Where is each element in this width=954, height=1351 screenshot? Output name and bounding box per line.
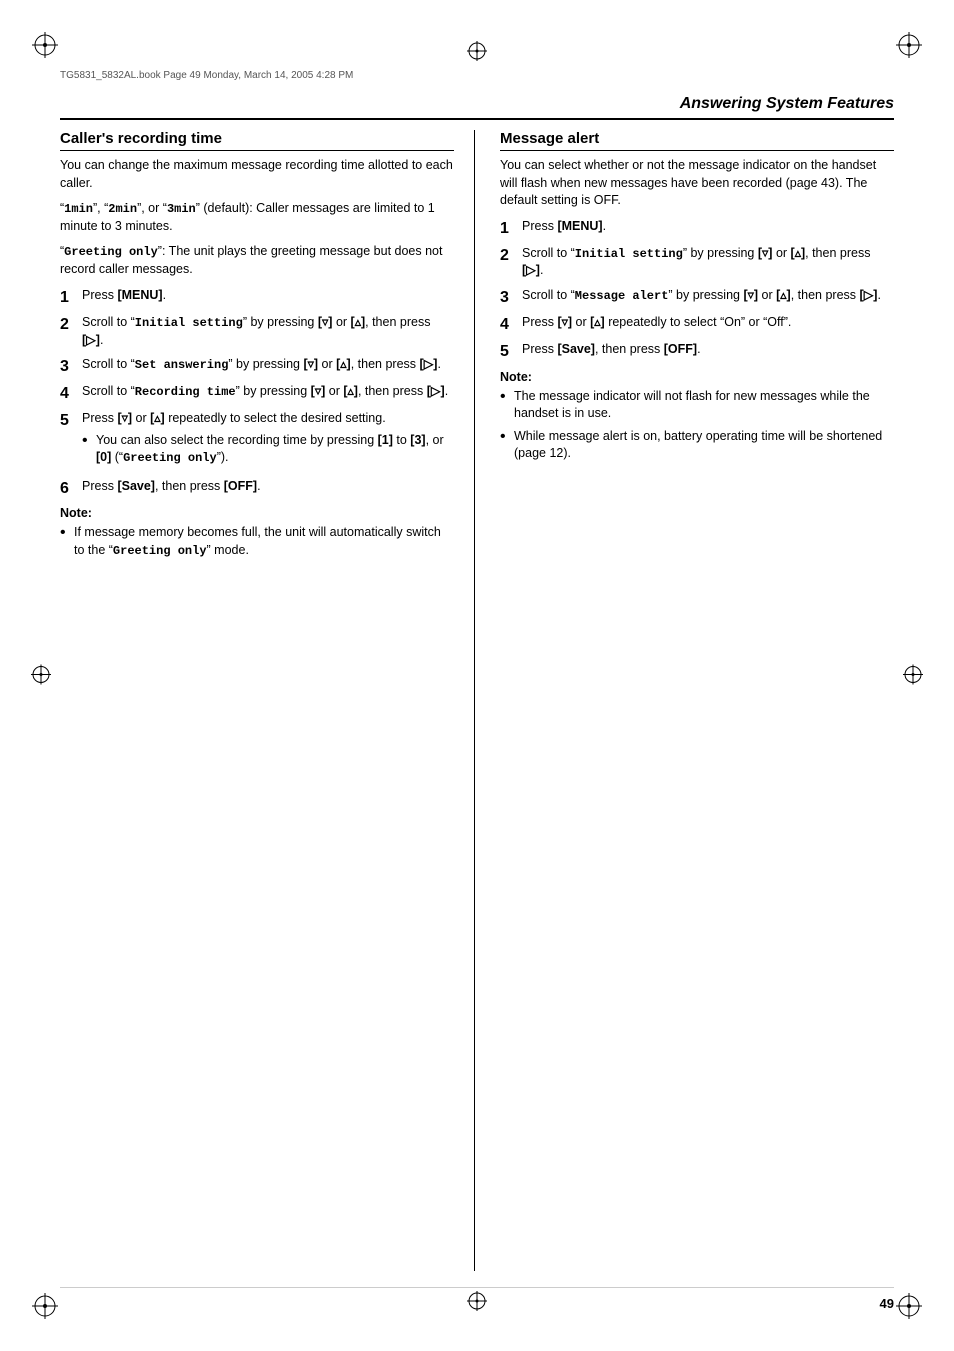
left-desc2: “Greeting only”: The unit plays the gree… [60,243,454,278]
right-section-title: Message alert [500,130,894,151]
left-step-6-number: 6 [60,478,82,498]
left-step-2: 2 Scroll to “Initial setting” by pressin… [60,314,454,349]
corner-mark-tl [30,30,60,60]
right-step-1-number: 1 [500,218,522,238]
right-note-2-text: While message alert is on, battery opera… [514,428,894,463]
right-section-intro: You can select whether or not the messag… [500,157,894,210]
right-step-3-number: 3 [500,287,522,307]
left-step-3-number: 3 [60,356,82,376]
right-step-5: 5 Press [Save], then press [OFF]. [500,341,894,361]
left-note-1-text: If message memory becomes full, the unit… [74,524,454,559]
left-step-4-content: Scroll to “Recording time” by pressing [… [82,383,454,403]
right-step-1-content: Press [MENU]. [522,218,894,238]
left-step-6-content: Press [Save], then press [OFF]. [82,478,454,498]
right-step-1: 1 Press [MENU]. [500,218,894,238]
page-title-area: Answering System Features [60,95,894,120]
left-step-5-subnotes: • You can also select the recording time… [82,432,454,467]
bullet-icon: • [500,428,514,463]
right-intro-text: You can select whether or not the messag… [500,158,876,207]
right-step-3-content: Scroll to “Message alert” by pressing [▿… [522,287,894,307]
left-step-1-number: 1 [60,287,82,307]
left-step-2-content: Scroll to “Initial setting” by pressing … [82,314,454,349]
right-note-title: Note: [500,370,894,384]
right-center-mark [902,663,924,688]
right-step-2-number: 2 [500,245,522,280]
left-step-4-number: 4 [60,383,82,403]
left-note-1: • If message memory becomes full, the un… [60,524,454,559]
right-step-5-number: 5 [500,341,522,361]
left-center-mark [30,663,52,688]
left-step-4: 4 Scroll to “Recording time” by pressing… [60,383,454,403]
left-step-5-content: Press [▿] or [▵] repeatedly to select th… [82,410,454,471]
right-step-3: 3 Scroll to “Message alert” by pressing … [500,287,894,307]
bullet-icon: • [60,524,74,559]
left-step-1-content: Press [MENU]. [82,287,454,307]
left-steps: 1 Press [MENU]. 2 Scroll to “Initial set… [60,287,454,499]
left-step-5-number: 5 [60,410,82,471]
right-note-section: Note: • The message indicator will not f… [500,370,894,463]
corner-mark-bl [30,1291,60,1321]
left-step-5-subnote-text: You can also select the recording time b… [96,432,454,467]
right-step-4: 4 Press [▿] or [▵] repeatedly to select … [500,314,894,334]
right-steps: 1 Press [MENU]. 2 Scroll to “Initial set… [500,218,894,362]
left-section-intro: You can change the maximum message recor… [60,157,454,192]
page-title: Answering System Features [680,95,894,112]
left-step-1: 1 Press [MENU]. [60,287,454,307]
page-number: 49 [880,1296,894,1311]
right-column: Message alert You can select whether or … [495,130,894,1271]
right-note-2: • While message alert is on, battery ope… [500,428,894,463]
left-step-6: 6 Press [Save], then press [OFF]. [60,478,454,498]
right-step-4-content: Press [▿] or [▵] repeatedly to select “O… [522,314,894,334]
left-note-title: Note: [60,506,454,520]
left-step-3-content: Scroll to “Set answering” by pressing [▿… [82,356,454,376]
right-notes: • The message indicator will not flash f… [500,388,894,463]
content-area: Caller's recording time You can change t… [60,130,894,1271]
left-note-section: Note: • If message memory becomes full, … [60,506,454,559]
bottom-center-mark [466,1290,488,1315]
right-step-4-number: 4 [500,314,522,334]
left-notes: • If message memory becomes full, the un… [60,524,454,559]
right-note-1: • The message indicator will not flash f… [500,388,894,423]
corner-mark-tr [894,30,924,60]
left-intro-text: You can change the maximum message recor… [60,158,453,190]
left-desc1: “1min”, “2min”, or “3min” (default): Cal… [60,200,454,235]
left-column: Caller's recording time You can change t… [60,130,475,1271]
corner-mark-br [894,1291,924,1321]
right-step-5-content: Press [Save], then press [OFF]. [522,341,894,361]
right-step-2-content: Scroll to “Initial setting” by pressing … [522,245,894,280]
top-center-mark [466,40,488,65]
header-bar: TG5831_5832AL.book Page 49 Monday, March… [60,70,894,81]
bullet-icon: • [82,432,96,467]
left-step-2-number: 2 [60,314,82,349]
left-section-title: Caller's recording time [60,130,454,151]
right-step-2: 2 Scroll to “Initial setting” by pressin… [500,245,894,280]
bullet-icon: • [500,388,514,423]
left-step-5: 5 Press [▿] or [▵] repeatedly to select … [60,410,454,471]
left-step-5-subnote-1: • You can also select the recording time… [82,432,454,467]
right-note-1-text: The message indicator will not flash for… [514,388,894,423]
left-step-3: 3 Scroll to “Set answering” by pressing … [60,356,454,376]
header-text: TG5831_5832AL.book Page 49 Monday, March… [60,70,353,81]
